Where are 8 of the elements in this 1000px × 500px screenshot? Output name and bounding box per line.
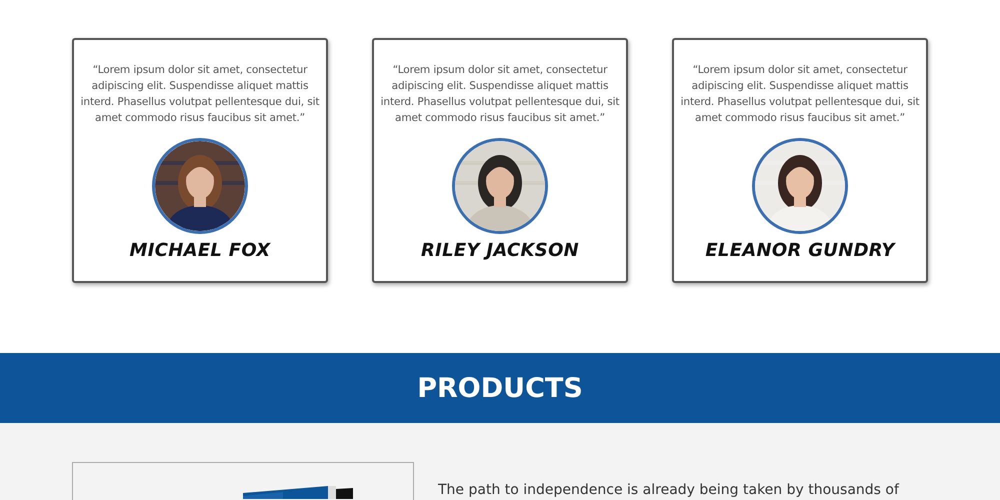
person-name: MICHAEL FOX [130, 240, 270, 261]
testimonial-quote: “Lorem ipsum dolor sit amet, consectetur adipiscing elit. Suspendisse aliquet mattis interd. Phasellus volutpat pellentesque dui, sit amet commodo risus faucibus sit amet.” [380, 63, 620, 126]
testimonial-quote: “Lorem ipsum dolor sit amet, consectetur adipiscing elit. Suspendisse aliquet mattis interd. Phasellus volutpat pellentesque dui, sit amet commodo risus faucibus sit amet.” [80, 63, 320, 126]
person-name: RILEY JACKSON [420, 240, 580, 261]
product-description: The path to independence is already being taken by thousands of [438, 482, 899, 500]
testimonial-quote: “Lorem ipsum dolor sit amet, consectetur adipiscing elit. Suspendisse aliquet mattis interd. Phasellus volutpat pellentesque dui, sit amet commodo risus faucibus sit amet.” [680, 63, 920, 126]
person-name: ELEANOR GUNDRY [705, 240, 895, 261]
section-heading: PRODUCTS [0, 353, 1000, 423]
